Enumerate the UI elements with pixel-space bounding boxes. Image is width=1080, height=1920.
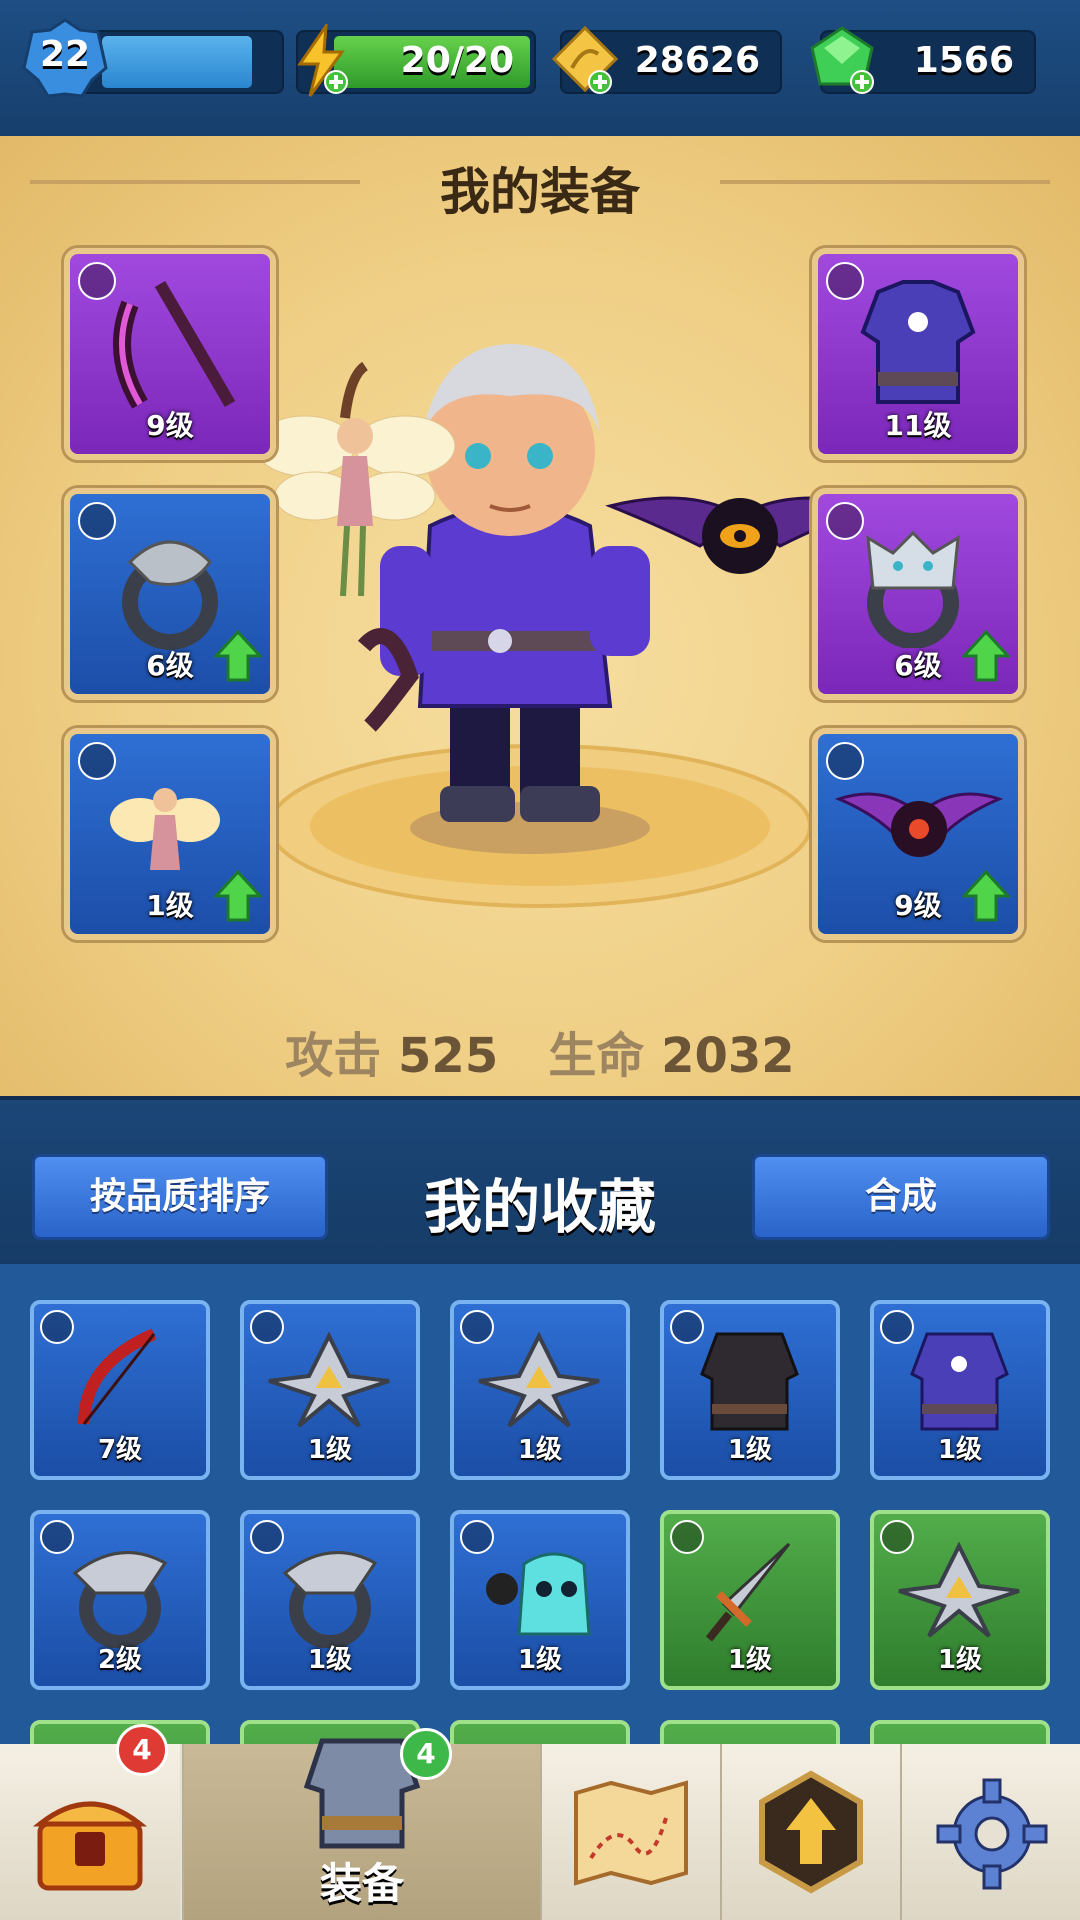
energy-bolt-icon[interactable] — [292, 24, 352, 98]
gold-coin-icon[interactable] — [550, 24, 620, 98]
dark-vest-icon — [700, 1332, 799, 1431]
merge-button[interactable]: 合成 — [752, 1154, 1050, 1240]
nav-settings-button[interactable] — [900, 1744, 1080, 1920]
item-level: 1级 — [517, 1435, 563, 1465]
bottom-nav: 4 4 装备 — [0, 1724, 1080, 1920]
slot-level: 1级 — [146, 889, 194, 922]
armor-icon — [910, 1332, 1009, 1431]
equip-slot-pet-2[interactable]: 9级 — [812, 728, 1024, 940]
eagle-ring-icon — [282, 1551, 378, 1648]
collection-item[interactable]: 1级 — [240, 1300, 420, 1480]
equip-slot-weapon[interactable]: 9级 — [64, 248, 276, 460]
upgrade-hex-icon — [759, 1770, 863, 1894]
fairy-pet-icon — [110, 788, 220, 870]
collection-header: 按品质排序 我的收藏 合成 — [0, 1096, 1080, 1268]
snake-ring-icon — [122, 540, 218, 650]
slot-level: 9级 — [894, 889, 942, 922]
collection-item[interactable]: 1级 — [660, 1300, 840, 1480]
nav-equipment-button[interactable]: 4 装备 — [182, 1728, 540, 1920]
collection-item[interactable]: 1级 — [660, 1510, 840, 1690]
hp-value: 2032 — [661, 1028, 795, 1084]
equip-slot-ring-2[interactable]: 6级 — [812, 488, 1024, 700]
bat-pet-icon — [834, 792, 1004, 857]
collection-item[interactable]: 1级 — [240, 1510, 420, 1690]
energy-value: 20/20 — [400, 40, 514, 81]
fairy-companion — [255, 361, 455, 597]
item-level: 1级 — [937, 1645, 983, 1675]
slot-level: 9级 — [146, 409, 194, 442]
shuriken-icon — [268, 1331, 390, 1428]
collection-item[interactable]: 2级 — [30, 1510, 210, 1690]
item-level: 7级 — [97, 1435, 143, 1465]
gem-icon[interactable] — [804, 24, 880, 98]
equip-slot-armor[interactable]: 11级 — [812, 248, 1024, 460]
slot-level: 6级 — [146, 649, 194, 682]
dagger-icon — [705, 1542, 791, 1642]
top-resource-bar: 22 20/20 28626 1566 — [0, 0, 1080, 140]
armor-icon — [860, 280, 976, 404]
attack-value: 525 — [398, 1028, 499, 1084]
slot-level: 11级 — [884, 409, 952, 442]
eagle-ring-icon — [72, 1551, 168, 1648]
nav-chest-button[interactable]: 4 — [0, 1724, 180, 1920]
item-level: 1级 — [517, 1645, 563, 1675]
equipment-badge: 4 — [400, 1728, 452, 1780]
chest-badge: 4 — [116, 1724, 168, 1776]
equip-slot-ring[interactable]: 6级 — [64, 488, 276, 700]
equipment-panel: 我的装备 9级 6级 1级 11级 6级 9级 攻击 525 生命 2032 — [0, 136, 1080, 1096]
gold-value: 28626 — [634, 40, 760, 81]
treasure-map-icon — [574, 1780, 688, 1886]
hero-stats: 攻击 525 生命 2032 — [0, 1016, 1080, 1086]
item-level: 2级 — [97, 1645, 143, 1675]
item-level: 1级 — [727, 1645, 773, 1675]
collection-item[interactable]: 1级 — [870, 1300, 1050, 1480]
ghost-bomb-pet-icon — [486, 1552, 591, 1636]
collection-title: 我的收藏 — [423, 1173, 656, 1241]
collection-item[interactable]: 1级 — [450, 1300, 630, 1480]
collection-grid: 7级 1级 1级 1级 1级 2级 1级 1级 1级 1级 — [0, 1264, 1080, 1900]
red-bow-icon — [78, 1328, 157, 1425]
equipment-title: 我的装备 — [440, 163, 640, 221]
shuriken-icon — [478, 1331, 600, 1428]
item-level: 1级 — [307, 1645, 353, 1675]
nav-upgrade-button[interactable] — [720, 1744, 900, 1920]
sort-by-quality-button[interactable]: 按品质排序 — [32, 1154, 328, 1240]
equipment-label: 装备 — [319, 1859, 404, 1908]
nav-map-button[interactable] — [540, 1744, 720, 1920]
collection-item[interactable]: 7级 — [30, 1300, 210, 1480]
collection-item[interactable]: 1级 — [870, 1510, 1050, 1690]
player-level: 22 — [39, 34, 91, 75]
bow-icon — [113, 280, 236, 409]
collection-item[interactable]: 1级 — [450, 1510, 630, 1690]
item-level: 1级 — [727, 1435, 773, 1465]
equip-slot-pet[interactable]: 1级 — [64, 728, 276, 940]
treasure-chest-icon — [32, 1801, 148, 1891]
item-level: 1级 — [307, 1435, 353, 1465]
shuriken-icon — [898, 1541, 1020, 1638]
wolf-ring-icon — [866, 530, 960, 648]
gem-value: 1566 — [913, 40, 1014, 81]
item-level: 1级 — [937, 1435, 983, 1465]
hp-label: 生命 — [548, 1028, 645, 1084]
slot-level: 6级 — [894, 649, 942, 682]
gear-icon — [936, 1778, 1048, 1890]
attack-label: 攻击 — [285, 1028, 382, 1084]
